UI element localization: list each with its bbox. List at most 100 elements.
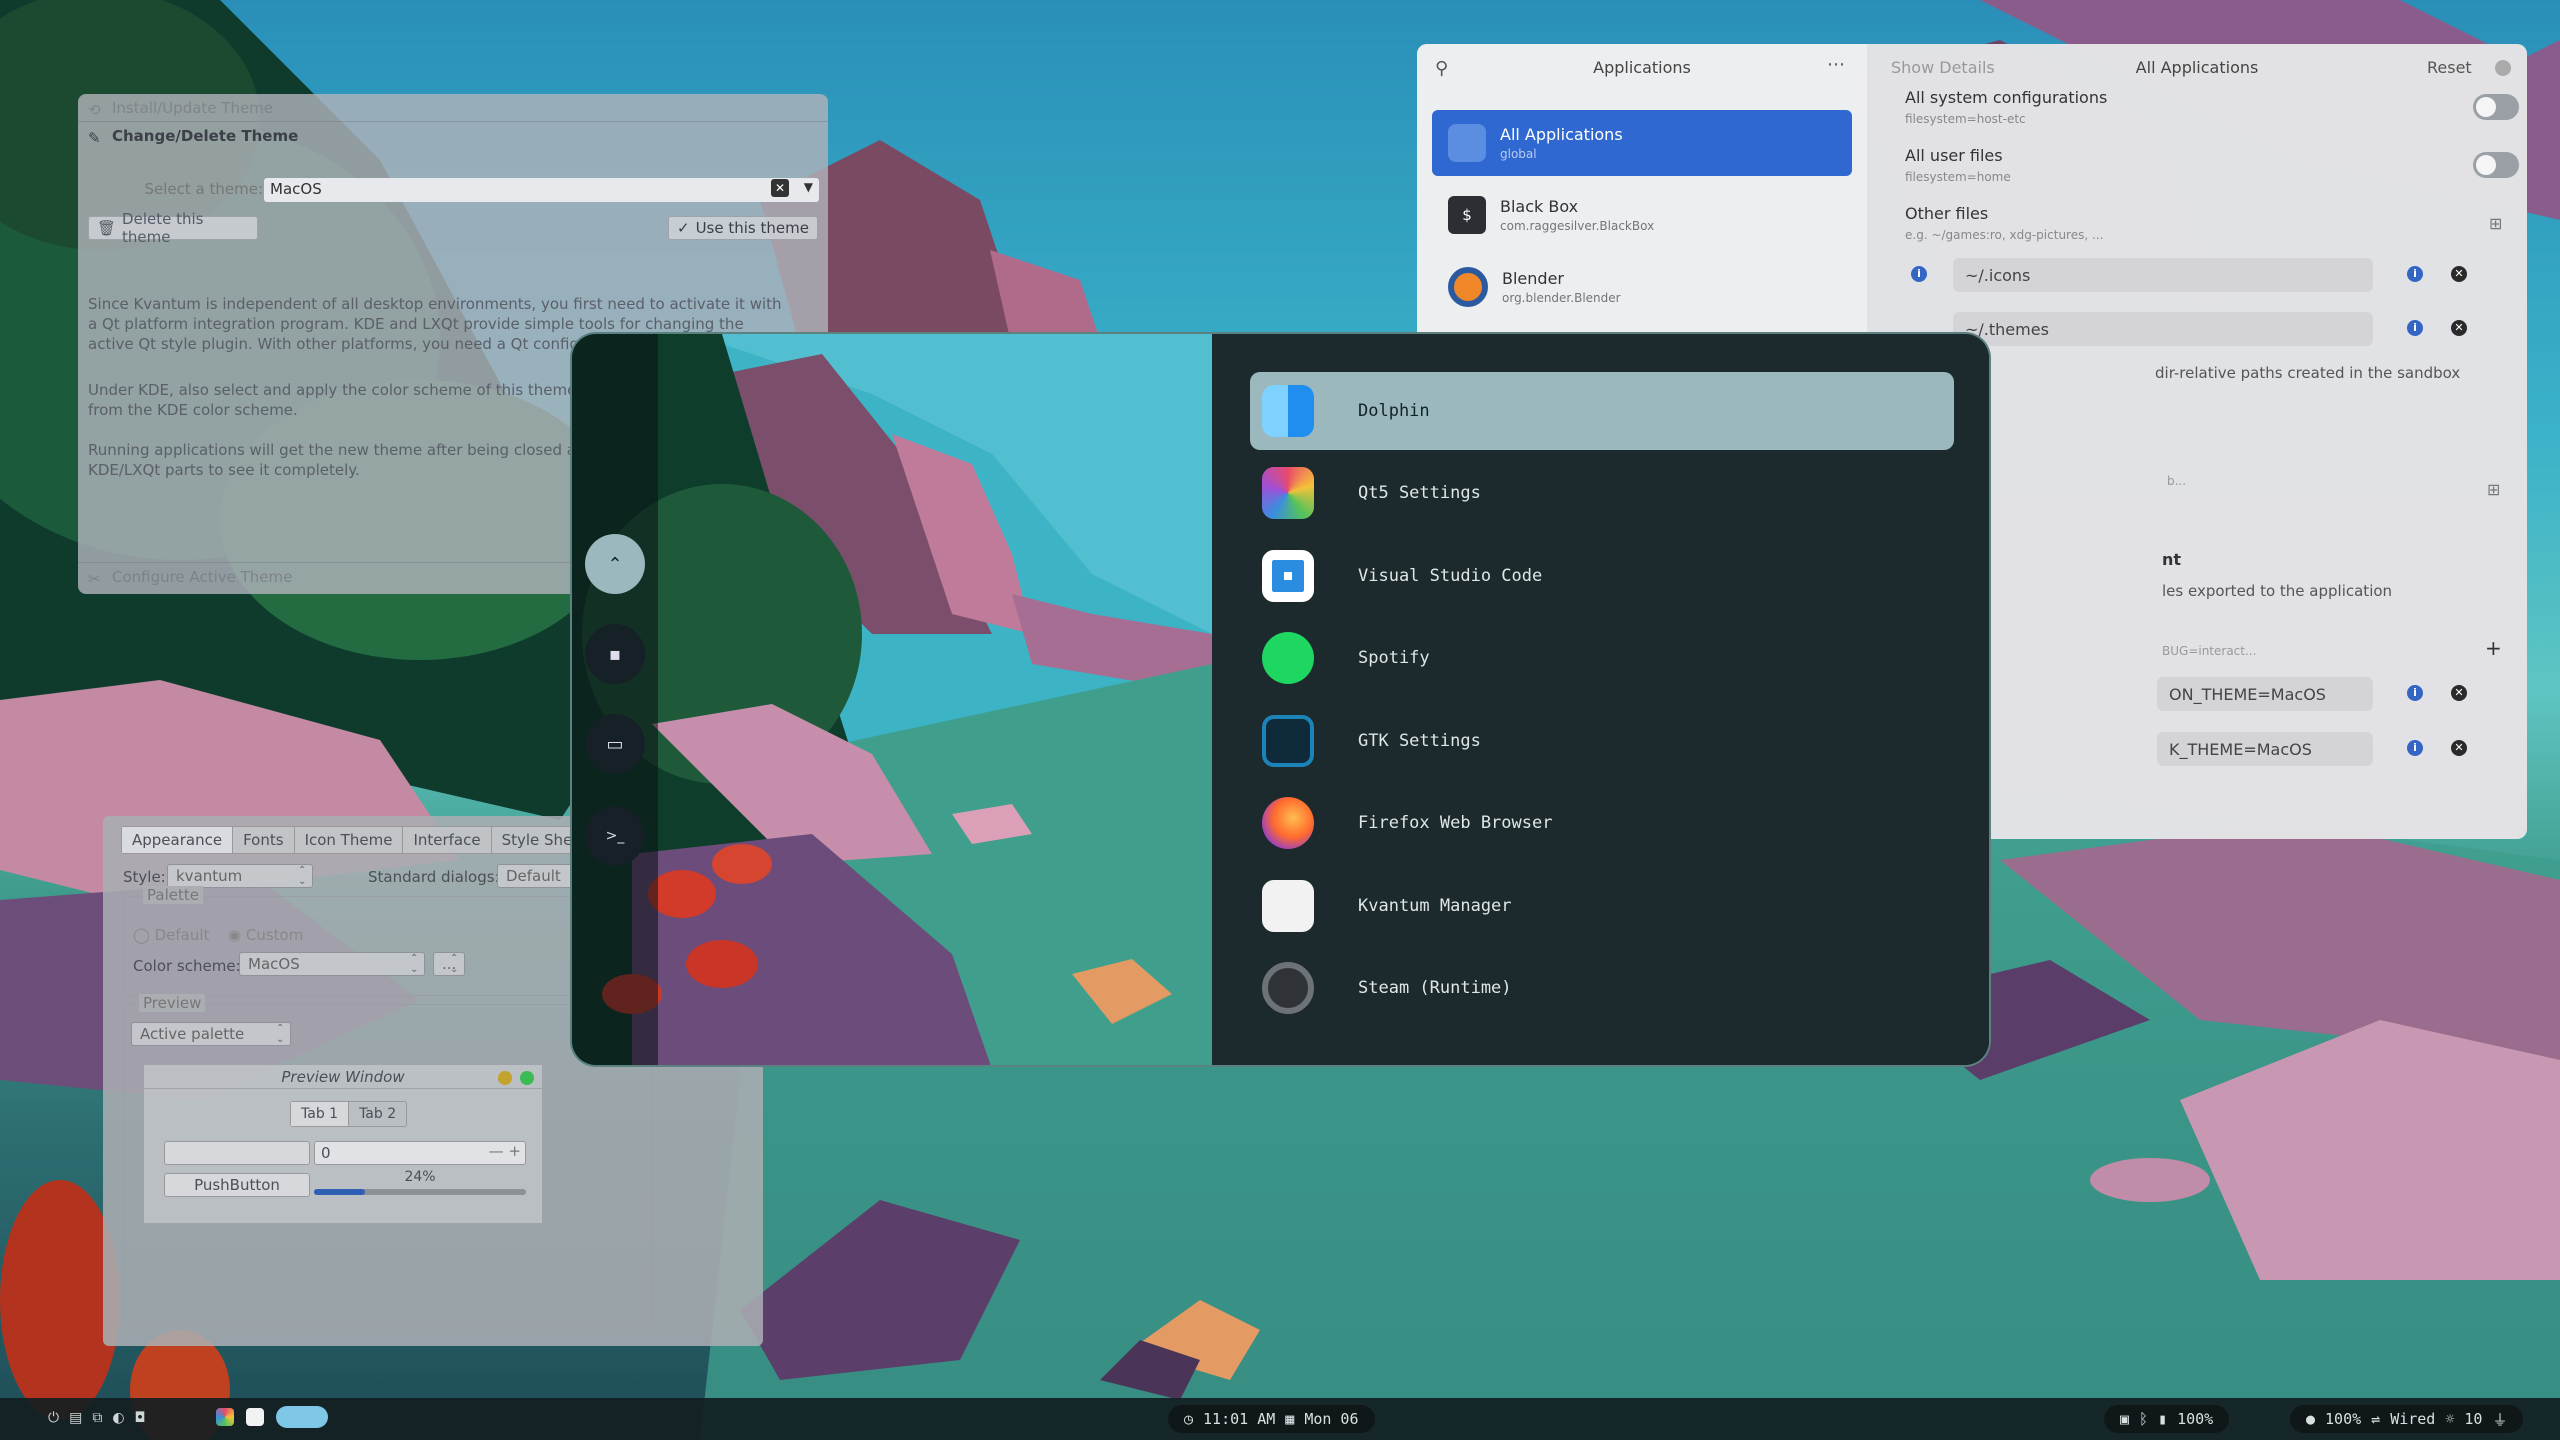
env-entry-icon-theme[interactable]: ON_THEME=MacOS [2157, 677, 2373, 711]
tab-interface[interactable]: Interface [403, 827, 492, 853]
environment-sub: les exported to the application [2162, 582, 2393, 600]
preview-tab-2[interactable]: Tab 2 [349, 1102, 406, 1126]
delete-theme-button[interactable]: 🗑 Delete this theme [88, 210, 258, 246]
path-themes-entry[interactable]: ~/.themes [1953, 312, 2373, 346]
chevron-down-icon[interactable]: ▼ [804, 180, 813, 194]
folder-icon[interactable]: ▪ [585, 624, 645, 684]
palette-label: Palette [143, 886, 203, 904]
terminal-icon[interactable]: >_ [585, 806, 645, 866]
minimize-dot-icon[interactable] [498, 1071, 512, 1085]
tab-appearance[interactable]: Appearance [122, 827, 234, 853]
custom-radio[interactable]: ◉ Custom [228, 926, 303, 944]
spin-plus-minus-icon[interactable]: — + [489, 1142, 521, 1160]
volume-percent: 100% [2325, 1410, 2362, 1428]
install-theme-tab[interactable]: ⟲ Install/Update Theme [78, 94, 828, 122]
sys-config-toggle[interactable] [2473, 94, 2519, 120]
spin-value: 0 [321, 1144, 331, 1162]
bluetooth-icon: ᛒ [2139, 1410, 2149, 1428]
style-label: Style: [123, 868, 166, 886]
dolphin-task-icon[interactable] [276, 1406, 328, 1428]
status-pill-left[interactable]: ▣ ᛒ ▮ 100% [2104, 1405, 2230, 1433]
other-files-label: Other files [1905, 204, 1989, 223]
info-icon[interactable]: i [2407, 685, 2423, 701]
remove-icon[interactable]: ✕ [2451, 685, 2467, 701]
launcher-item-qt5-settings[interactable]: Qt5 Settings [1250, 454, 1954, 532]
qt5-settings-icon [1262, 467, 1314, 519]
qt5-tabbar: Appearance Fonts Icon Theme Interface Style … [121, 826, 584, 854]
default-radio[interactable]: ◯ Default [133, 926, 209, 944]
preview-tab-1[interactable]: Tab 1 [291, 1102, 350, 1126]
add-folder-icon[interactable]: ⊞ [2489, 214, 2502, 233]
preview-window: Preview Window Tab 1 Tab 2 0 — + PushButt… [143, 1064, 543, 1224]
preview-label: Preview [139, 994, 206, 1012]
user-files-label: All user files [1905, 146, 2003, 165]
add-folder-icon[interactable]: ⊞ [2487, 480, 2500, 499]
info-icon[interactable]: i [2407, 740, 2423, 756]
install-theme-label: Install/Update Theme [112, 98, 274, 117]
lock-icon[interactable]: ◘ [135, 1410, 146, 1426]
launcher-item-spotify[interactable]: Spotify [1250, 619, 1954, 697]
screenshot-icon[interactable]: ⧉ [92, 1410, 102, 1426]
env-entry-gtk-theme[interactable]: K_THEME=MacOS [2157, 732, 2373, 766]
change-theme-tab[interactable]: ✎ Change/Delete Theme [78, 122, 828, 150]
app-row-blackbox[interactable]: $ Black Box com.raggesilver.BlackBox [1432, 182, 1852, 248]
preview-line-edit[interactable] [164, 1141, 310, 1165]
add-icon[interactable]: + [2485, 636, 2502, 660]
palette-combo[interactable]: Active palette [131, 1022, 291, 1046]
launcher-item-dolphin[interactable]: Dolphin [1250, 372, 1954, 450]
user-files-toggle[interactable] [2473, 152, 2519, 178]
style-combo[interactable]: kvantum [167, 864, 313, 888]
theme-select[interactable]: MacOS ✕ ▼ [264, 178, 819, 202]
preview-tabbar: Tab 1 Tab 2 [290, 1101, 408, 1127]
use-theme-button[interactable]: ✓ Use this theme [668, 216, 818, 240]
info-icon[interactable]: i [2407, 266, 2423, 282]
path-icons-entry[interactable]: ~/.icons [1953, 258, 2373, 292]
clear-icon[interactable]: ✕ [771, 179, 789, 197]
app-id: global [1500, 147, 1537, 161]
app-row-all[interactable]: All Applications global [1432, 110, 1852, 176]
tab-fonts[interactable]: Fonts [233, 827, 295, 853]
kvantum-task-icon[interactable] [246, 1408, 264, 1426]
app-name: Blender [1502, 269, 1564, 288]
palette-icon[interactable]: ◐ [112, 1410, 124, 1426]
launcher-item-vscode[interactable]: Visual Studio Code [1250, 537, 1954, 615]
maximize-dot-icon[interactable] [520, 1071, 534, 1085]
preview-spinbox[interactable]: 0 — + [314, 1141, 526, 1165]
reset-button[interactable]: Reset [2427, 58, 2472, 77]
push-button[interactable]: PushButton [164, 1173, 310, 1197]
power-icon[interactable]: ⏻ [48, 1410, 59, 1426]
launcher-item-kvantum[interactable]: Kvantum Manager [1250, 867, 1954, 945]
app-row-blender[interactable]: Blender org.blender.Blender [1432, 254, 1852, 320]
dolphin-icon [1262, 385, 1314, 437]
tab-icon-theme[interactable]: Icon Theme [295, 827, 404, 853]
delete-theme-label: Delete this theme [122, 210, 204, 246]
preview-title: Preview Window [144, 1065, 542, 1089]
remove-icon[interactable]: ✕ [2451, 320, 2467, 336]
clock-pill[interactable]: ◷ 11:01 AM ▦ Mon 06 [1168, 1405, 1375, 1433]
scheme-label: Color scheme: [133, 957, 241, 975]
launcher-item-firefox[interactable]: Firefox Web Browser [1250, 784, 1954, 862]
close-icon[interactable] [2495, 60, 2511, 76]
info-icon[interactable]: i [2407, 320, 2423, 336]
default-radio-label: Default [154, 926, 210, 944]
status-pill-right[interactable]: ● 100% ⇌ Wired ☼ 10 ⏚ [2290, 1405, 2524, 1433]
launcher-item-gtk-settings[interactable]: GTK Settings [1250, 702, 1954, 780]
global-app-icon [1448, 124, 1486, 162]
scheme-more-button[interactable]: ... [433, 952, 465, 976]
taskbar: ⏻ ▤ ⧉ ◐ ◘ ◷ 11:01 AM ▦ Mon 06 ▣ ᛒ ▮ 100%… [0, 1398, 2560, 1440]
remove-icon[interactable]: ✕ [2451, 266, 2467, 282]
window-icon[interactable]: ▭ [585, 714, 645, 774]
dialogs-label: Standard dialogs: [368, 868, 500, 886]
more-menu-icon[interactable]: ⋯ [1827, 54, 1845, 75]
remove-icon[interactable]: ✕ [2451, 740, 2467, 756]
tab-style-sheets[interactable]: Style She [492, 827, 583, 853]
chevron-up-icon[interactable]: ⌃ [585, 534, 645, 594]
trash-icon: 🗑 [97, 219, 117, 237]
info-icon[interactable]: i [1911, 266, 1927, 282]
files-icon[interactable]: ▤ [69, 1410, 82, 1426]
qt5-settings-task-icon[interactable] [216, 1408, 234, 1426]
scheme-combo[interactable]: MacOS [239, 952, 425, 976]
launcher-item-steam[interactable]: Steam (Runtime) [1250, 949, 1954, 1027]
sandbox-entry[interactable]: b... [2155, 464, 2527, 498]
env-placeholder[interactable]: BUG=interact... [2162, 644, 2256, 658]
